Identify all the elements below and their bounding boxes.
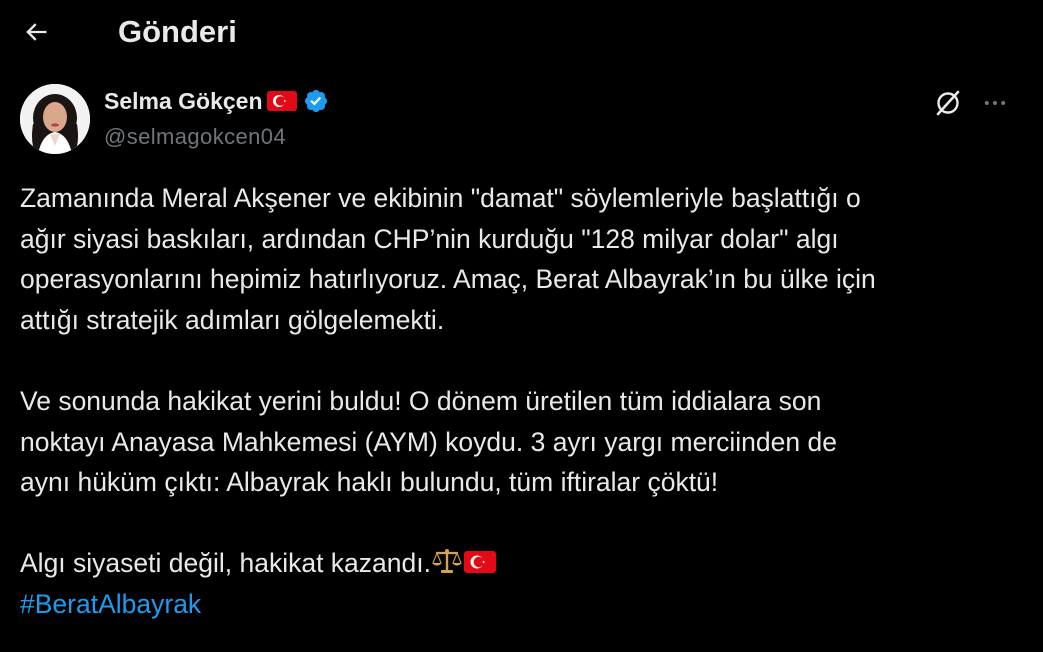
author-name-row: Selma Gökçen <box>104 86 329 116</box>
more-horizontal-icon <box>984 101 1006 105</box>
tweet-paragraph-3-line: Algı siyaseti değil, hakikat kazandı. <box>20 543 1020 584</box>
top-header: Gönderi <box>0 0 1043 64</box>
turkey-flag-icon <box>463 551 496 574</box>
hashtag-link[interactable]: #BeratAlbayrak <box>20 589 201 619</box>
hashtag-line: #BeratAlbayrak <box>20 584 1020 625</box>
back-button[interactable] <box>16 12 56 52</box>
turkey-flag-icon <box>266 91 297 111</box>
page-title: Gönderi <box>118 14 237 49</box>
tweet-paragraph-3: Algı siyaseti değil, hakikat kazandı. <box>20 548 431 579</box>
grok-icon <box>936 90 960 116</box>
tweet-text: Zamanında Meral Akşener ve ekibinin "dam… <box>20 178 1020 625</box>
tweet-paragraph-1: Zamanında Meral Akşener ve ekibinin "dam… <box>20 183 876 335</box>
author-handle[interactable]: @selmagokcen04 <box>104 124 286 150</box>
tweet-paragraph-2: Ve sonunda hakikat yerini buldu! O dönem… <box>20 385 837 498</box>
author-display-name[interactable]: Selma Gökçen <box>104 88 263 115</box>
scales-icon <box>431 549 462 574</box>
arrow-left-icon <box>26 23 47 41</box>
grok-button[interactable] <box>929 84 967 122</box>
more-options-button[interactable] <box>976 84 1014 122</box>
verified-badge-icon[interactable] <box>303 88 329 114</box>
avatar[interactable] <box>20 84 90 154</box>
avatar-image <box>20 84 90 154</box>
